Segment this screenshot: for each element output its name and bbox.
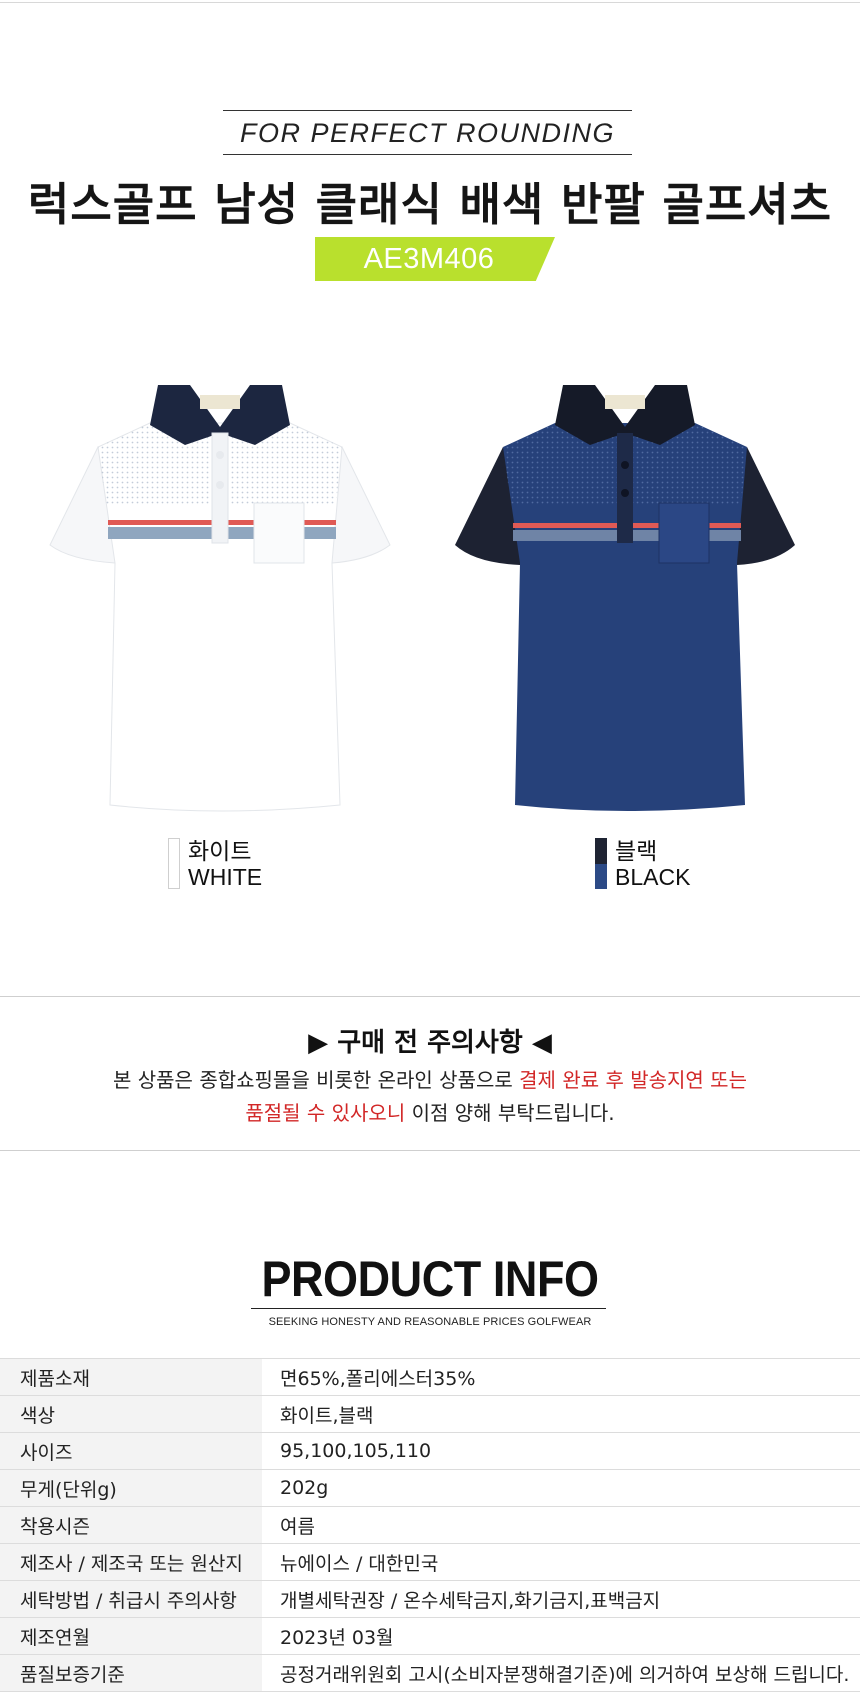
white-shirt-image xyxy=(40,385,430,815)
product-info-heading: PRODUCT INFO xyxy=(261,1251,599,1307)
spec-table: 제품소재 면65%,폴리에스터35% 색상 화이트,블랙 사이즈 95,100,… xyxy=(0,1358,860,1692)
spec-value: 뉴에이스 / 대한민국 xyxy=(262,1543,860,1581)
spec-key: 색상 xyxy=(0,1395,262,1433)
table-row: 제품소재 면65%,폴리에스터35% xyxy=(0,1358,860,1396)
spec-value: 2023년 03월 xyxy=(262,1617,860,1655)
color-name-ko: 블랙 xyxy=(615,838,658,864)
spec-key: 제품소재 xyxy=(0,1358,262,1396)
table-row: 세탁방법 / 취급시 주의사항 개별세탁권장 / 온수세탁금지,화기금지,표백금… xyxy=(0,1580,860,1618)
white-swatch xyxy=(168,838,180,889)
notice-title: ▶ 구매 전 주의사항 ◀ xyxy=(308,1028,552,1058)
product-title: 럭스골프 남성 클래식 배색 반팔 골프셔츠 xyxy=(27,178,833,231)
spec-key: 사이즈 xyxy=(0,1432,262,1470)
tagline-block: FOR PERFECT ROUNDING xyxy=(223,110,632,155)
color-name-en: WHITE xyxy=(188,864,263,890)
product-info-rule xyxy=(251,1308,606,1309)
spec-value: 공정거래위원회 고시(소비자분쟁해결기준)에 의거하여 보상해 드립니다. xyxy=(262,1654,860,1692)
notice-text: 이점 양해 부탁드립니다. xyxy=(405,1101,615,1125)
spec-value: 개별세탁권장 / 온수세탁금지,화기금지,표백금지 xyxy=(262,1580,860,1618)
table-row: 사이즈 95,100,105,110 xyxy=(0,1432,860,1470)
spec-value: 95,100,105,110 xyxy=(262,1432,860,1470)
spec-key: 품질보증기준 xyxy=(0,1654,262,1692)
notice-top-divider xyxy=(0,996,860,997)
tagline-bottom-rule xyxy=(223,154,632,155)
spec-key: 착용시즌 xyxy=(0,1506,262,1544)
notice-line-1: 본 상품은 종합쇼핑몰을 비롯한 온라인 상품으로 결제 완료 후 발송지연 또… xyxy=(0,1064,860,1093)
spec-key: 제조사 / 제조국 또는 원산지 xyxy=(0,1543,262,1581)
spec-value: 화이트,블랙 xyxy=(262,1395,860,1433)
color-name-en: BLACK xyxy=(615,864,691,890)
table-row: 품질보증기준 공정거래위원회 고시(소비자분쟁해결기준)에 의거하여 보상해 드… xyxy=(0,1654,860,1692)
notice-text: 본 상품은 종합쇼핑몰을 비롯한 온라인 상품으로 xyxy=(113,1068,520,1092)
spec-value: 202g xyxy=(262,1469,860,1507)
color-name-ko: 화이트 xyxy=(188,838,252,864)
table-row: 제조연월 2023년 03월 xyxy=(0,1617,860,1655)
notice-warning-text: 품절될 수 있사오니 xyxy=(245,1101,406,1125)
notice-warning-text: 결제 완료 후 발송지연 또는 xyxy=(519,1068,747,1092)
tagline: FOR PERFECT ROUNDING xyxy=(239,118,615,148)
top-divider xyxy=(0,2,860,3)
product-info-subheading: SEEKING HONESTY AND REASONABLE PRICES GO… xyxy=(268,1316,592,1328)
table-row: 무게(단위g) 202g xyxy=(0,1469,860,1507)
table-row: 제조사 / 제조국 또는 원산지 뉴에이스 / 대한민국 xyxy=(0,1543,860,1581)
color-option-black: 블랙 BLACK xyxy=(595,838,690,890)
spec-value: 면65%,폴리에스터35% xyxy=(262,1358,860,1396)
spec-value: 여름 xyxy=(262,1506,860,1544)
table-row: 색상 화이트,블랙 xyxy=(0,1395,860,1433)
notice-line-2: 품절될 수 있사오니 이점 양해 부탁드립니다. xyxy=(0,1097,860,1126)
spec-key: 무게(단위g) xyxy=(0,1469,262,1507)
table-row: 착용시즌 여름 xyxy=(0,1506,860,1544)
black-shirt-image xyxy=(445,385,835,815)
model-code: AE3M406 xyxy=(363,243,495,275)
color-option-white: 화이트 WHITE xyxy=(168,838,262,890)
spec-key: 제조연월 xyxy=(0,1617,262,1655)
spec-key: 세탁방법 / 취급시 주의사항 xyxy=(0,1580,262,1618)
black-swatch xyxy=(595,838,607,889)
notice-bottom-divider xyxy=(0,1150,860,1151)
